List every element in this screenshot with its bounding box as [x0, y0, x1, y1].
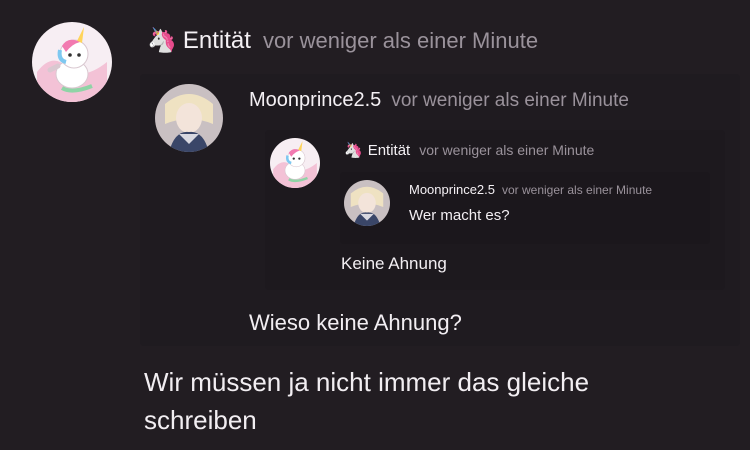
reply3-header: Moonprince2.5 vor weniger als einer Minu… [409, 182, 652, 197]
avatar-entitaet[interactable] [32, 22, 112, 102]
unicorn-avatar-icon [32, 22, 112, 102]
unicorn-icon: 🦄 [344, 142, 363, 159]
unicorn-avatar-icon [270, 138, 320, 188]
reply3-text: Wer macht es? [409, 207, 510, 224]
reply2-header: 🦄 Entität vor weniger als einer Minute [344, 141, 594, 159]
author-name[interactable]: Moonprince2.5 [249, 89, 381, 112]
reply1-text: Wieso keine Ahnung? [249, 310, 462, 335]
reply2-text: Keine Ahnung [341, 254, 447, 273]
avatar-moonprince[interactable] [155, 84, 223, 152]
avatar-moonprince-small[interactable] [344, 180, 390, 226]
post-header-entitaet: 🦄 Entität vor weniger als einer Minute [147, 26, 538, 55]
unicorn-icon: 🦄 [147, 27, 177, 54]
reply1-timestamp: vor weniger als einer Minute [391, 90, 629, 111]
reply3-timestamp: vor weniger als einer Minute [502, 183, 653, 197]
portrait-avatar-icon [155, 84, 223, 152]
author-name[interactable]: Moonprince2.5 [409, 182, 495, 197]
post-text-line1: Wir müssen ja nicht immer das gleiche [144, 367, 590, 397]
author-name[interactable]: Entität [183, 27, 251, 55]
post-timestamp: vor weniger als einer Minute [262, 28, 539, 53]
reply1-header: Moonprince2.5 vor weniger als einer Minu… [249, 89, 629, 112]
reply2-timestamp: vor weniger als einer Minute [419, 142, 595, 158]
post-text-line2: schreiben [144, 405, 257, 435]
portrait-avatar-icon [344, 180, 390, 226]
avatar-entitaet-small[interactable] [270, 138, 320, 188]
author-name[interactable]: Entität [368, 142, 411, 159]
